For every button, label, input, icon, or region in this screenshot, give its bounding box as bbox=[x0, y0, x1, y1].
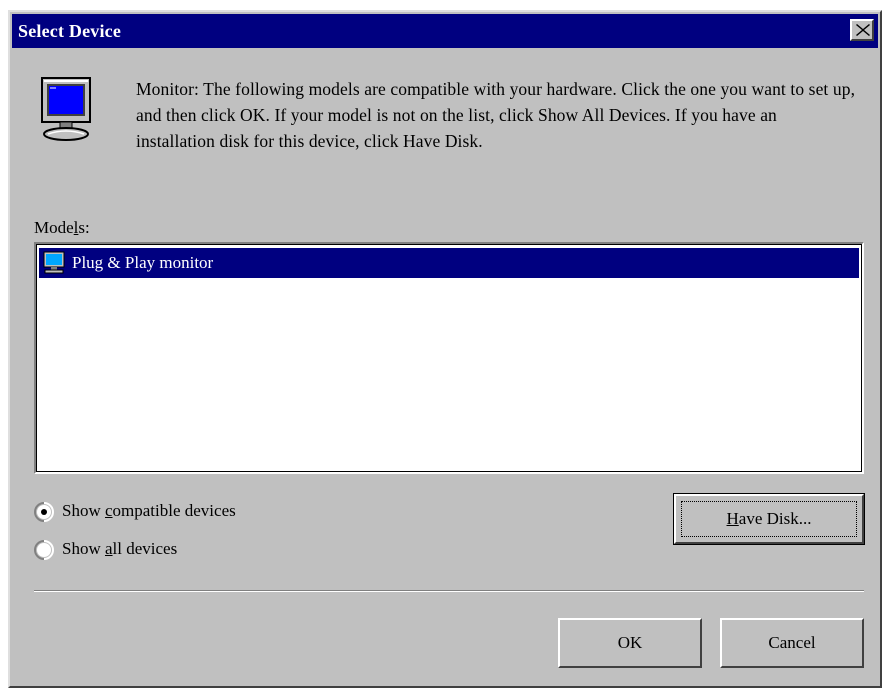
button-label: OK bbox=[617, 633, 643, 652]
ok-button[interactable]: OK bbox=[558, 618, 702, 668]
close-icon bbox=[856, 24, 870, 36]
select-device-dialog: Select Device Monitor: The following mod… bbox=[8, 10, 882, 688]
list-item-label: Plug & Play monitor bbox=[72, 253, 214, 272]
show-all-radio[interactable]: Show all devices bbox=[34, 538, 254, 562]
models-label: Models: bbox=[34, 218, 90, 237]
close-button[interactable] bbox=[850, 19, 874, 41]
models-listbox[interactable]: Plug & Play monitor bbox=[34, 242, 864, 474]
title-bar[interactable]: Select Device bbox=[12, 14, 878, 48]
radio-checked-icon bbox=[34, 502, 55, 522]
radio-label: Show compatible devices bbox=[62, 501, 236, 520]
monitor-icon bbox=[42, 251, 68, 275]
button-label: Cancel bbox=[768, 633, 816, 652]
show-compatible-radio[interactable]: Show compatible devices bbox=[34, 500, 334, 524]
cancel-button[interactable]: Cancel bbox=[720, 618, 864, 668]
separator bbox=[34, 590, 864, 592]
radio-unchecked-icon bbox=[34, 540, 55, 560]
have-disk-button[interactable]: Have Disk... bbox=[673, 493, 865, 545]
button-label: Have Disk... bbox=[726, 509, 812, 528]
dialog-title: Select Device bbox=[18, 21, 122, 41]
list-item[interactable]: Plug & Play monitor bbox=[39, 248, 859, 278]
monitor-icon bbox=[40, 76, 94, 148]
radio-label: Show all devices bbox=[62, 539, 178, 558]
instructions-text: Monitor: The following models are compat… bbox=[136, 79, 856, 151]
